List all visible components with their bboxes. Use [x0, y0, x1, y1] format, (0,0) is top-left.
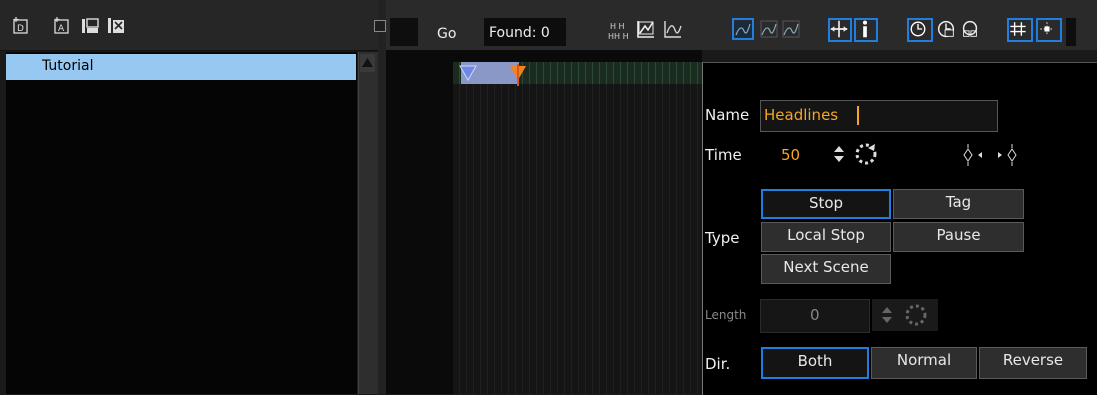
- dir-normal-label: Normal: [896, 351, 952, 369]
- dir-normal-button[interactable]: Normal: [871, 347, 977, 379]
- length-value: 0: [810, 306, 820, 324]
- add-point-icon[interactable]: [81, 16, 99, 34]
- type-next-scene-button[interactable]: Next Scene: [761, 254, 891, 284]
- curve-select-icon-2[interactable]: [758, 18, 780, 40]
- move-icon[interactable]: [828, 18, 852, 42]
- svg-text:A: A: [58, 24, 65, 34]
- timeline-track[interactable]: [453, 62, 702, 394]
- tree-scrollbar[interactable]: [358, 52, 378, 394]
- curve-select-icon-1[interactable]: [732, 18, 754, 40]
- svg-text:HH HH: HH HH: [608, 32, 629, 41]
- time-label: Time: [705, 146, 742, 164]
- snap-icon[interactable]: [1036, 18, 1062, 42]
- type-tag-button[interactable]: Tag: [893, 189, 1024, 219]
- go-button[interactable]: Go: [437, 26, 456, 42]
- length-field: 0: [760, 299, 870, 333]
- add-director-icon[interactable]: D: [12, 16, 30, 34]
- type-local-stop-label: Local Stop: [787, 226, 865, 244]
- clock-icon[interactable]: [907, 18, 933, 42]
- dir-both-label: Both: [797, 352, 833, 370]
- type-next-scene-label: Next Scene: [783, 258, 869, 276]
- tree-item-label: Tutorial: [42, 58, 94, 74]
- clock-group-icon[interactable]: [959, 18, 983, 42]
- dir-reverse-label: Reverse: [1002, 351, 1064, 369]
- name-label: Name: [705, 106, 750, 124]
- dir-label: Dir.: [705, 355, 731, 373]
- expand-frames-icon[interactable]: H HHH HH: [607, 20, 629, 42]
- clock-partial-icon[interactable]: [935, 18, 959, 42]
- time-value[interactable]: 50: [781, 146, 800, 164]
- keyframe-navigate-icon[interactable]: [960, 143, 1026, 171]
- length-label: Length: [705, 308, 747, 322]
- timeline-color-swatch[interactable]: [390, 18, 418, 46]
- info-icon[interactable]: [854, 18, 878, 42]
- curve-icon[interactable]: [662, 18, 684, 40]
- panel-splitter[interactable]: [378, 0, 386, 394]
- type-tag-label: Tag: [945, 193, 972, 211]
- graph-icon[interactable]: [635, 18, 657, 40]
- found-label: Found: 0: [489, 25, 550, 41]
- add-actor-icon[interactable]: A: [53, 16, 71, 34]
- left-toolbar: D A: [0, 0, 378, 51]
- type-label: Type: [705, 229, 740, 247]
- stop-point-marker-icon[interactable]: [509, 64, 527, 92]
- curve-select-icon-3[interactable]: [780, 18, 802, 40]
- type-pause-label: Pause: [936, 226, 981, 244]
- dir-reverse-button[interactable]: Reverse: [979, 347, 1087, 379]
- scene-tree: [6, 52, 357, 394]
- tree-item-tutorial[interactable]: Tutorial: [6, 54, 356, 80]
- delete-point-icon[interactable]: [107, 16, 125, 34]
- scroll-up-arrow-icon[interactable]: [360, 54, 375, 72]
- splitter-handle[interactable]: [374, 20, 386, 32]
- svg-text:D: D: [17, 24, 24, 34]
- start-marker-icon[interactable]: [459, 64, 477, 86]
- grid-icon[interactable]: [1007, 18, 1033, 42]
- svg-text:H H: H H: [610, 22, 625, 31]
- search-field[interactable]: Found: 0: [484, 18, 566, 46]
- type-pause-button[interactable]: Pause: [893, 222, 1024, 252]
- type-stop-button[interactable]: Stop: [761, 189, 891, 219]
- text-cursor: [857, 106, 859, 125]
- name-field[interactable]: Headlines: [760, 100, 998, 132]
- type-stop-label: Stop: [808, 194, 844, 212]
- name-value: Headlines: [764, 106, 839, 124]
- type-local-stop-button[interactable]: Local Stop: [761, 222, 891, 252]
- toolbar-end-swatch: [1066, 18, 1076, 46]
- dir-both-button[interactable]: Both: [761, 347, 869, 379]
- time-spinner-icon[interactable]: [830, 142, 886, 170]
- length-spinner-icon: [872, 299, 938, 331]
